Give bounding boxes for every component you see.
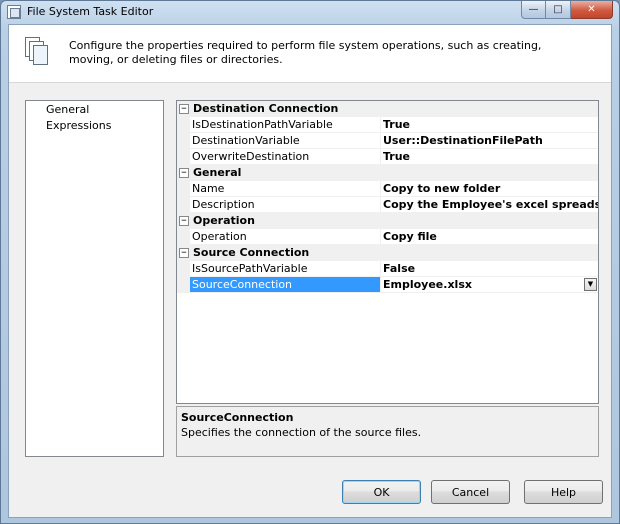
category-label: Operation [193, 214, 255, 227]
header-description: Configure the properties required to per… [69, 39, 542, 66]
dialog-window: File System Task Editor — □ ✕ Configure … [0, 0, 620, 524]
property-row[interactable]: IsSourcePathVariable False [177, 261, 598, 277]
header-panel: Configure the properties required to per… [9, 25, 611, 83]
nav-item-general[interactable]: General [26, 101, 163, 117]
collapse-icon[interactable]: − [179, 103, 189, 114]
category-label: Destination Connection [193, 102, 339, 115]
property-value[interactable]: True [381, 149, 598, 164]
collapse-icon[interactable]: − [179, 167, 189, 178]
property-name[interactable]: DestinationVariable [190, 133, 381, 148]
property-name[interactable]: SourceConnection [190, 277, 381, 292]
category-operation[interactable]: − Operation [177, 213, 598, 229]
description-title: SourceConnection [181, 411, 294, 424]
property-row[interactable]: Description Copy the Employee's excel sp… [177, 197, 598, 213]
documents-icon [25, 37, 53, 67]
dropdown-arrow-icon[interactable]: ▼ [584, 278, 597, 291]
description-text: Specifies the connection of the source f… [181, 426, 422, 439]
cancel-button[interactable]: Cancel [431, 480, 510, 504]
property-value[interactable]: User::DestinationFilePath [381, 133, 598, 148]
property-grid: − Destination Connection IsDestinationPa… [176, 100, 599, 404]
property-row-selected[interactable]: SourceConnection Employee.xlsx ▼ [177, 277, 598, 293]
property-row[interactable]: OverwriteDestination True [177, 149, 598, 165]
property-value[interactable]: True [381, 117, 598, 132]
property-value[interactable]: Copy file [381, 229, 598, 244]
property-value[interactable]: Copy the Employee's excel spreadsheet to… [381, 197, 598, 212]
nav-item-expressions[interactable]: Expressions [26, 117, 163, 133]
category-general[interactable]: − General [177, 165, 598, 181]
description-pane: SourceConnection Specifies the connectio… [176, 406, 599, 457]
ok-button[interactable]: OK [342, 480, 421, 504]
caption-buttons: — □ ✕ [521, 1, 613, 19]
window-title: File System Task Editor [27, 5, 154, 18]
property-value-text: Employee.xlsx [383, 278, 472, 291]
maximize-icon: □ [553, 4, 563, 15]
property-name[interactable]: Description [190, 197, 381, 212]
category-source-connection[interactable]: − Source Connection [177, 245, 598, 261]
dialog-client-area: Configure the properties required to per… [8, 24, 612, 518]
minimize-icon: — [528, 4, 539, 15]
property-name[interactable]: IsDestinationPathVariable [190, 117, 381, 132]
property-row[interactable]: Operation Copy file [177, 229, 598, 245]
property-row[interactable]: IsDestinationPathVariable True [177, 117, 598, 133]
nav-pane: General Expressions [25, 100, 164, 457]
property-name[interactable]: Name [190, 181, 381, 196]
minimize-button[interactable]: — [521, 1, 546, 19]
property-value-dropdown[interactable]: Employee.xlsx ▼ [381, 277, 598, 292]
help-button[interactable]: Help [524, 480, 603, 504]
app-icon [7, 5, 21, 19]
close-icon: ✕ [587, 4, 596, 15]
title-bar[interactable]: File System Task Editor — □ ✕ [1, 1, 619, 23]
property-name[interactable]: Operation [190, 229, 381, 244]
property-name[interactable]: OverwriteDestination [190, 149, 381, 164]
property-row[interactable]: DestinationVariable User::DestinationFil… [177, 133, 598, 149]
close-button[interactable]: ✕ [571, 1, 613, 19]
property-value[interactable]: False [381, 261, 598, 276]
collapse-icon[interactable]: − [179, 247, 189, 258]
property-name[interactable]: IsSourcePathVariable [190, 261, 381, 276]
collapse-icon[interactable]: − [179, 215, 189, 226]
property-value[interactable]: Copy to new folder [381, 181, 598, 196]
category-label: Source Connection [193, 246, 310, 259]
category-destination-connection[interactable]: − Destination Connection [177, 101, 598, 117]
category-label: General [193, 166, 242, 179]
property-row[interactable]: Name Copy to new folder [177, 181, 598, 197]
maximize-button[interactable]: □ [546, 1, 571, 19]
